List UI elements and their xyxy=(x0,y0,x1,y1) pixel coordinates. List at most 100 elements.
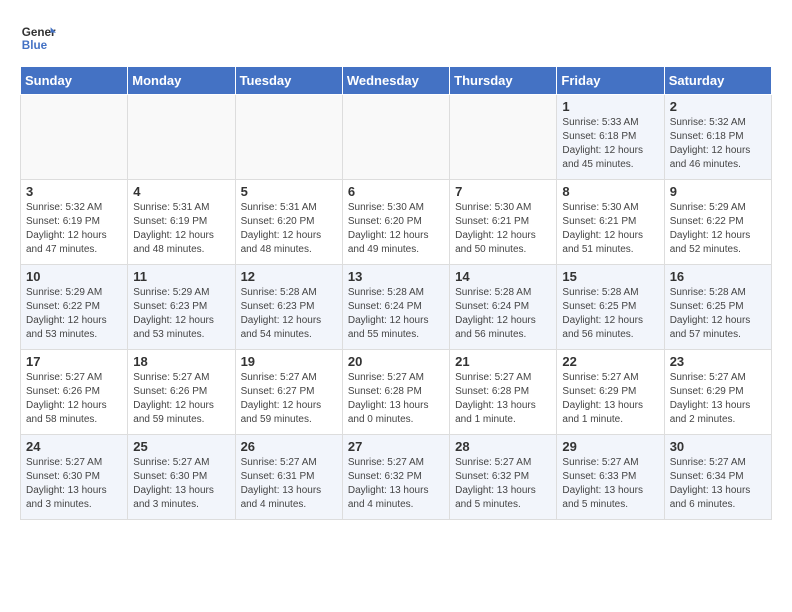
calendar-cell xyxy=(21,95,128,180)
logo-icon: General Blue xyxy=(20,20,56,56)
day-number: 27 xyxy=(348,439,444,454)
day-info: Sunrise: 5:30 AM Sunset: 6:21 PM Dayligh… xyxy=(562,201,658,257)
calendar-cell: 22 Sunrise: 5:27 AM Sunset: 6:29 PM Dayli… xyxy=(557,350,664,435)
day-info: Sunrise: 5:29 AM Sunset: 6:23 PM Dayligh… xyxy=(133,286,229,342)
day-info: Sunrise: 5:27 AM Sunset: 6:29 PM Dayligh… xyxy=(670,371,766,427)
day-number: 10 xyxy=(26,269,122,284)
day-info: Sunrise: 5:33 AM Sunset: 6:18 PM Dayligh… xyxy=(562,116,658,172)
calendar-cell xyxy=(450,95,557,180)
calendar-cell: 29Sunrise: 5:27 AM Sunset: 6:33 PM Dayli… xyxy=(557,435,664,520)
day-info: Sunrise: 5:28 AM Sunset: 6:23 PM Dayligh… xyxy=(241,286,337,342)
day-number: 2 xyxy=(670,99,766,114)
calendar-cell: 20 Sunrise: 5:27 AM Sunset: 6:28 PM Dayli… xyxy=(342,350,449,435)
day-number: 8 xyxy=(562,184,658,199)
weekday-header-sunday: Sunday xyxy=(21,67,128,95)
day-info: Sunrise: 5:28 AM Sunset: 6:25 PM Dayligh… xyxy=(562,286,658,342)
calendar-cell xyxy=(128,95,235,180)
day-info: Sunrise: 5:27 AM Sunset: 6:29 PM Dayligh… xyxy=(562,371,658,427)
calendar-cell: 24 Sunrise: 5:27 AM Sunset: 6:30 PM Dayli… xyxy=(21,435,128,520)
day-info: Sunrise: 5:31 AM Sunset: 6:20 PM Dayligh… xyxy=(241,201,337,257)
calendar-cell: 8 Sunrise: 5:30 AM Sunset: 6:21 PM Daylig… xyxy=(557,180,664,265)
calendar-cell: 23 Sunrise: 5:27 AM Sunset: 6:29 PM Dayli… xyxy=(664,350,771,435)
day-info: Sunrise: 5:28 AM Sunset: 6:24 PM Dayligh… xyxy=(348,286,444,342)
day-number: 13 xyxy=(348,269,444,284)
day-info: Sunrise: 5:29 AM Sunset: 6:22 PM Dayligh… xyxy=(26,286,122,342)
calendar-cell: 6 Sunrise: 5:30 AM Sunset: 6:20 PM Daylig… xyxy=(342,180,449,265)
calendar-cell: 26 Sunrise: 5:27 AM Sunset: 6:31 PM Dayli… xyxy=(235,435,342,520)
calendar-cell: 13 Sunrise: 5:28 AM Sunset: 6:24 PM Dayli… xyxy=(342,265,449,350)
day-info: Sunrise: 5:30 AM Sunset: 6:20 PM Dayligh… xyxy=(348,201,444,257)
weekday-header-tuesday: Tuesday xyxy=(235,67,342,95)
day-number: 29 xyxy=(562,439,658,454)
logo: General Blue xyxy=(20,20,56,56)
calendar-cell: 9 Sunrise: 5:29 AM Sunset: 6:22 PM Daylig… xyxy=(664,180,771,265)
calendar-cell: 1 Sunrise: 5:33 AM Sunset: 6:18 PM Daylig… xyxy=(557,95,664,180)
calendar-cell: 19 Sunrise: 5:27 AM Sunset: 6:27 PM Dayli… xyxy=(235,350,342,435)
day-info: Sunrise: 5:27 AM Sunset: 6:26 PM Dayligh… xyxy=(26,371,122,427)
day-info: Sunrise: 5:31 AM Sunset: 6:19 PM Dayligh… xyxy=(133,201,229,257)
weekday-header-monday: Monday xyxy=(128,67,235,95)
day-info: Sunrise: 5:27 AM Sunset: 6:31 PM Dayligh… xyxy=(241,456,337,512)
day-info: Sunrise: 5:27 AM Sunset: 6:28 PM Dayligh… xyxy=(348,371,444,427)
calendar-cell: 30Sunrise: 5:27 AM Sunset: 6:34 PM Dayli… xyxy=(664,435,771,520)
calendar-cell: 10 Sunrise: 5:29 AM Sunset: 6:22 PM Dayli… xyxy=(21,265,128,350)
day-number: 26 xyxy=(241,439,337,454)
day-info: Sunrise: 5:27 AM Sunset: 6:26 PM Dayligh… xyxy=(133,371,229,427)
calendar-cell xyxy=(342,95,449,180)
calendar-cell: 11 Sunrise: 5:29 AM Sunset: 6:23 PM Dayli… xyxy=(128,265,235,350)
day-info: Sunrise: 5:32 AM Sunset: 6:19 PM Dayligh… xyxy=(26,201,122,257)
day-info: Sunrise: 5:27 AM Sunset: 6:30 PM Dayligh… xyxy=(26,456,122,512)
calendar-cell: 2 Sunrise: 5:32 AM Sunset: 6:18 PM Daylig… xyxy=(664,95,771,180)
day-number: 14 xyxy=(455,269,551,284)
calendar-cell: 25 Sunrise: 5:27 AM Sunset: 6:30 PM Dayli… xyxy=(128,435,235,520)
calendar-cell: 17 Sunrise: 5:27 AM Sunset: 6:26 PM Dayli… xyxy=(21,350,128,435)
day-info: Sunrise: 5:27 AM Sunset: 6:27 PM Dayligh… xyxy=(241,371,337,427)
day-number: 9 xyxy=(670,184,766,199)
page-header: General Blue xyxy=(20,20,772,56)
calendar-cell: 28Sunrise: 5:27 AM Sunset: 6:32 PM Dayli… xyxy=(450,435,557,520)
day-number: 6 xyxy=(348,184,444,199)
day-number: 18 xyxy=(133,354,229,369)
calendar-cell: 3 Sunrise: 5:32 AM Sunset: 6:19 PM Daylig… xyxy=(21,180,128,265)
day-info: Sunrise: 5:27 AM Sunset: 6:32 PM Dayligh… xyxy=(348,456,444,512)
weekday-header-wednesday: Wednesday xyxy=(342,67,449,95)
day-number: 19 xyxy=(241,354,337,369)
day-info: Sunrise: 5:27 AM Sunset: 6:32 PM Dayligh… xyxy=(455,456,551,512)
weekday-header-thursday: Thursday xyxy=(450,67,557,95)
day-number: 7 xyxy=(455,184,551,199)
day-number: 1 xyxy=(562,99,658,114)
day-number: 11 xyxy=(133,269,229,284)
day-number: 25 xyxy=(133,439,229,454)
day-number: 5 xyxy=(241,184,337,199)
day-number: 4 xyxy=(133,184,229,199)
calendar-cell xyxy=(235,95,342,180)
day-number: 24 xyxy=(26,439,122,454)
weekday-header-friday: Friday xyxy=(557,67,664,95)
day-info: Sunrise: 5:27 AM Sunset: 6:30 PM Dayligh… xyxy=(133,456,229,512)
calendar-cell: 27 Sunrise: 5:27 AM Sunset: 6:32 PM Dayli… xyxy=(342,435,449,520)
svg-text:Blue: Blue xyxy=(22,39,48,52)
calendar-cell: 5 Sunrise: 5:31 AM Sunset: 6:20 PM Daylig… xyxy=(235,180,342,265)
day-number: 3 xyxy=(26,184,122,199)
day-info: Sunrise: 5:28 AM Sunset: 6:24 PM Dayligh… xyxy=(455,286,551,342)
day-info: Sunrise: 5:29 AM Sunset: 6:22 PM Dayligh… xyxy=(670,201,766,257)
calendar-cell: 15 Sunrise: 5:28 AM Sunset: 6:25 PM Dayli… xyxy=(557,265,664,350)
day-number: 16 xyxy=(670,269,766,284)
day-number: 15 xyxy=(562,269,658,284)
day-info: Sunrise: 5:27 AM Sunset: 6:28 PM Dayligh… xyxy=(455,371,551,427)
day-number: 12 xyxy=(241,269,337,284)
calendar-cell: 21 Sunrise: 5:27 AM Sunset: 6:28 PM Dayli… xyxy=(450,350,557,435)
day-number: 22 xyxy=(562,354,658,369)
calendar-cell: 7 Sunrise: 5:30 AM Sunset: 6:21 PM Daylig… xyxy=(450,180,557,265)
day-number: 21 xyxy=(455,354,551,369)
calendar-cell: 16Sunrise: 5:28 AM Sunset: 6:25 PM Dayli… xyxy=(664,265,771,350)
day-number: 17 xyxy=(26,354,122,369)
day-info: Sunrise: 5:32 AM Sunset: 6:18 PM Dayligh… xyxy=(670,116,766,172)
weekday-header-saturday: Saturday xyxy=(664,67,771,95)
day-info: Sunrise: 5:30 AM Sunset: 6:21 PM Dayligh… xyxy=(455,201,551,257)
calendar-cell: 12 Sunrise: 5:28 AM Sunset: 6:23 PM Dayli… xyxy=(235,265,342,350)
calendar-cell: 18 Sunrise: 5:27 AM Sunset: 6:26 PM Dayli… xyxy=(128,350,235,435)
day-number: 23 xyxy=(670,354,766,369)
calendar-cell: 4 Sunrise: 5:31 AM Sunset: 6:19 PM Daylig… xyxy=(128,180,235,265)
day-number: 20 xyxy=(348,354,444,369)
